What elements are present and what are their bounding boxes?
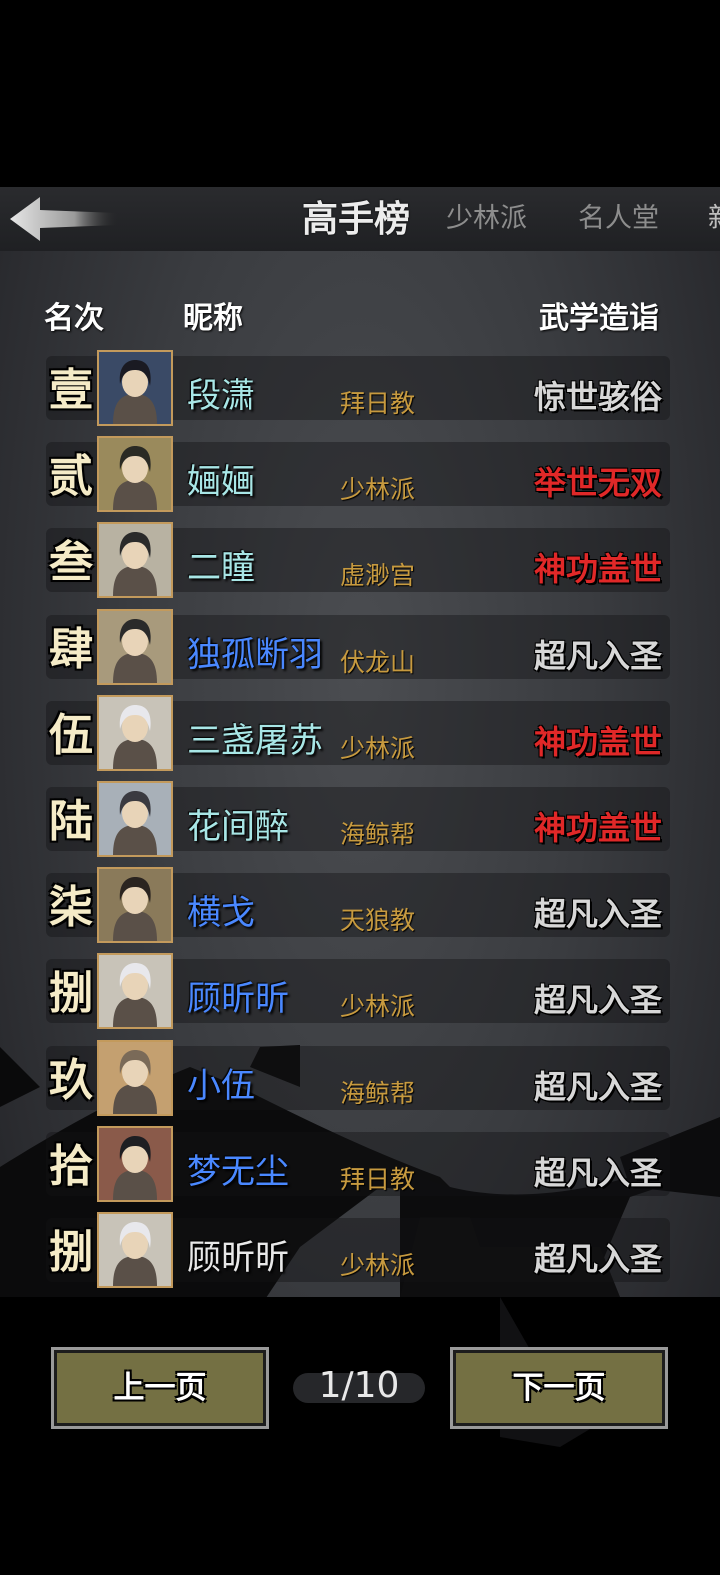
skill-level: 惊世骇俗 bbox=[533, 378, 662, 416]
skill-level: 举世无双 bbox=[533, 464, 662, 503]
tab-shaolin[interactable]: 少林派 bbox=[446, 197, 527, 241]
player-sect: 少林派 bbox=[340, 992, 416, 1022]
portrait-icon bbox=[99, 955, 171, 1028]
portrait-icon bbox=[99, 524, 171, 597]
ranking-row[interactable]: 捌 顾昕昕 少林派 超凡入圣 bbox=[0, 951, 720, 1037]
col-nickname-header: 昵称 bbox=[183, 301, 243, 336]
avatar[interactable] bbox=[97, 436, 173, 513]
player-sect: 拜日教 bbox=[340, 1164, 416, 1194]
player-sect: 拜日教 bbox=[340, 389, 416, 418]
ranking-row[interactable]: 陆 花间醉 海鲸帮 神功盖世 bbox=[0, 779, 720, 865]
player-name: 小伍 bbox=[187, 1065, 255, 1106]
avatar[interactable] bbox=[97, 608, 173, 685]
player-name: 花间醉 bbox=[187, 807, 289, 847]
back-button[interactable] bbox=[8, 195, 118, 243]
portrait-icon bbox=[99, 696, 171, 769]
player-sect: 天狼教 bbox=[340, 906, 416, 936]
tab-masters[interactable]: 高手榜 bbox=[302, 197, 410, 241]
skill-level: 神功盖世 bbox=[533, 809, 662, 847]
avatar[interactable] bbox=[97, 522, 173, 599]
player-name: 独孤断羽 bbox=[187, 634, 323, 675]
rank-numeral: 捌 bbox=[49, 968, 93, 1020]
avatar[interactable] bbox=[97, 694, 173, 771]
avatar[interactable] bbox=[97, 953, 173, 1030]
ranking-row[interactable]: 壹 段潇 拜日教 惊世骇俗 bbox=[0, 348, 720, 434]
status-bar-area bbox=[0, 0, 720, 187]
skill-level: 神功盖世 bbox=[533, 722, 662, 761]
header-bar: 高手榜 少林派 名人堂 新 bbox=[0, 187, 720, 251]
ranking-row[interactable]: 贰 婳婳 少林派 举世无双 bbox=[0, 434, 720, 520]
portrait-icon bbox=[99, 1127, 171, 1200]
player-name: 三盏屠苏 bbox=[187, 720, 323, 761]
avatar[interactable] bbox=[97, 1039, 173, 1116]
player-sect: 海鲸帮 bbox=[340, 820, 416, 849]
rank-numeral: 贰 bbox=[49, 451, 93, 503]
portrait-icon bbox=[99, 1041, 171, 1114]
page-indicator: 1/10 bbox=[318, 1365, 400, 1406]
rank-numeral: 伍 bbox=[49, 709, 93, 761]
portrait-icon bbox=[99, 1214, 171, 1286]
rank-numeral: 柒 bbox=[49, 882, 93, 934]
player-name: 横戈 bbox=[187, 893, 255, 934]
player-sect: 海鲸帮 bbox=[340, 1078, 416, 1108]
avatar[interactable] bbox=[97, 1125, 173, 1202]
portrait-icon bbox=[99, 869, 171, 942]
portrait-icon bbox=[99, 352, 171, 424]
skill-level: 神功盖世 bbox=[533, 550, 662, 589]
rank-numeral: 叁 bbox=[49, 537, 93, 589]
skill-level: 超凡入圣 bbox=[533, 636, 662, 675]
avatar[interactable] bbox=[97, 350, 173, 426]
player-sect: 虚渺宫 bbox=[340, 561, 416, 591]
skill-level: 超凡入圣 bbox=[533, 1153, 662, 1192]
rank-numeral: 捌 bbox=[49, 1227, 93, 1278]
rank-numeral: 肆 bbox=[49, 623, 93, 675]
portrait-icon bbox=[99, 438, 171, 511]
ranking-row[interactable]: 肆 独孤断羽 伏龙山 超凡入圣 bbox=[0, 607, 720, 693]
rank-numeral: 壹 bbox=[49, 365, 93, 416]
rank-numeral: 陆 bbox=[49, 796, 93, 847]
prev-page-button[interactable]: 上一页 bbox=[51, 1347, 269, 1429]
player-sect: 少林派 bbox=[340, 475, 416, 505]
avatar[interactable] bbox=[97, 867, 173, 944]
col-rank-header: 名次 bbox=[44, 301, 104, 336]
back-arrow-icon bbox=[10, 197, 118, 241]
leaderboard-screen: 高手榜 少林派 名人堂 新 名次 昵称 武学造诣 壹段潇拜日教惊世骇俗贰婳婳少林… bbox=[0, 187, 720, 1575]
rank-numeral: 玖 bbox=[49, 1054, 93, 1106]
col-skill-header: 武学造诣 bbox=[539, 301, 659, 336]
ranking-row[interactable]: 伍 三盏屠苏 少林派 神功盖世 bbox=[0, 693, 720, 779]
player-name: 婳婳 bbox=[187, 462, 255, 503]
skill-level: 超凡入圣 bbox=[533, 1240, 662, 1278]
player-name: 段潇 bbox=[187, 376, 255, 416]
player-sect: 少林派 bbox=[340, 733, 416, 763]
skill-level: 超凡入圣 bbox=[533, 981, 662, 1020]
player-name: 梦无尘 bbox=[187, 1151, 289, 1192]
player-name: 顾昕昕 bbox=[187, 1238, 289, 1278]
portrait-icon bbox=[99, 783, 171, 855]
tab-more[interactable]: 新 bbox=[708, 197, 720, 241]
ranking-row[interactable]: 叁 二瞳 虚渺宫 神功盖世 bbox=[0, 520, 720, 606]
ranking-row[interactable]: 玖 小伍 海鲸帮 超凡入圣 bbox=[0, 1038, 720, 1124]
player-name: 顾昕昕 bbox=[187, 979, 289, 1020]
rank-numeral: 拾 bbox=[49, 1140, 93, 1192]
avatar[interactable] bbox=[97, 1212, 173, 1288]
player-name: 二瞳 bbox=[187, 548, 255, 589]
ranking-row[interactable]: 拾 梦无尘 拜日教 超凡入圣 bbox=[0, 1124, 720, 1210]
ranking-row[interactable]: 柒 横戈 天狼教 超凡入圣 bbox=[0, 865, 720, 951]
ranking-row[interactable]: 捌 顾昕昕 少林派 超凡入圣 bbox=[0, 1210, 720, 1296]
player-sect: 伏龙山 bbox=[340, 647, 416, 677]
avatar[interactable] bbox=[97, 781, 173, 857]
next-page-button[interactable]: 下一页 bbox=[450, 1347, 668, 1429]
player-sect: 少林派 bbox=[340, 1251, 416, 1280]
portrait-icon bbox=[99, 610, 171, 683]
tab-hall-of-fame[interactable]: 名人堂 bbox=[578, 197, 659, 241]
skill-level: 超凡入圣 bbox=[533, 895, 662, 934]
skill-level: 超凡入圣 bbox=[533, 1067, 662, 1106]
